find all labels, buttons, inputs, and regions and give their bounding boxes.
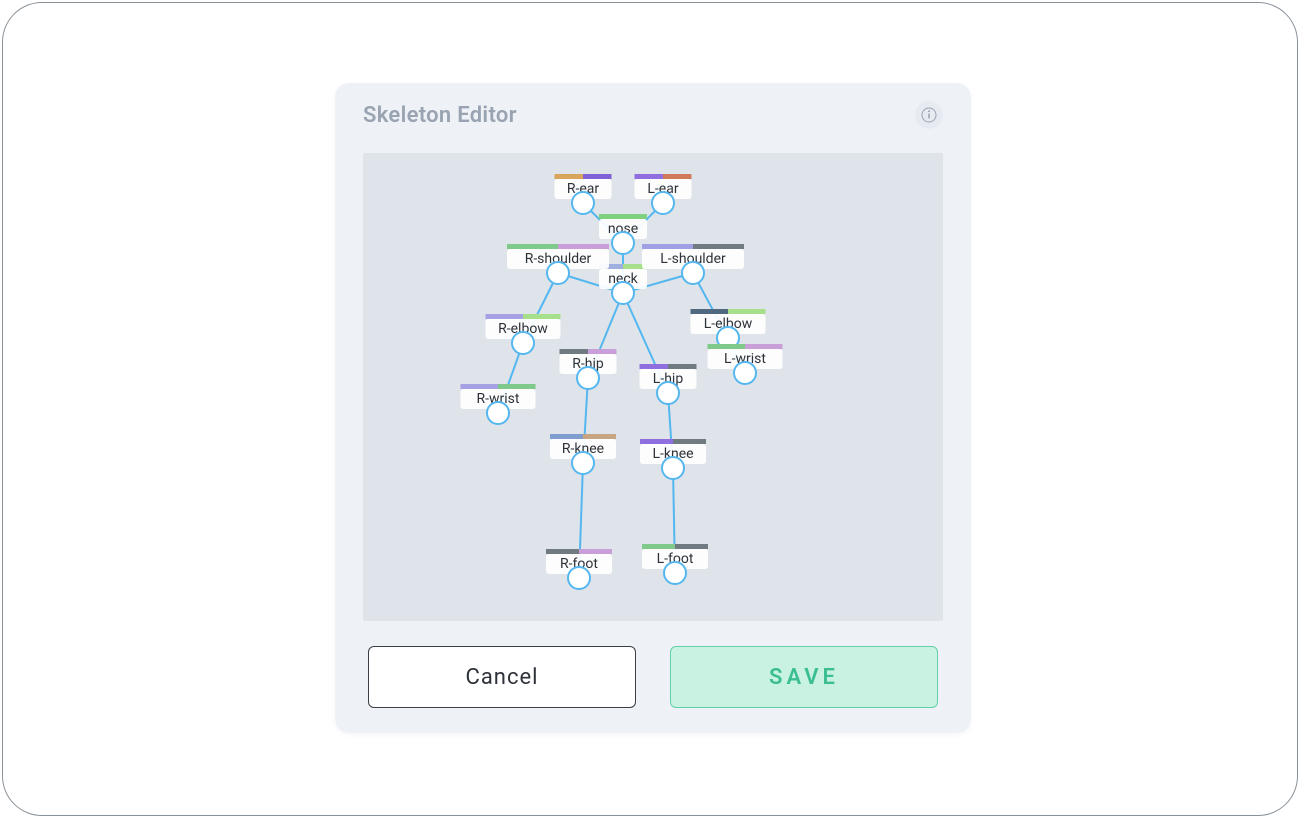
node-handle[interactable]	[682, 262, 704, 284]
node-swatch	[583, 174, 612, 179]
dialog-footer: Cancel SAVE	[335, 621, 971, 733]
node-swatch	[558, 244, 609, 249]
node-swatch	[599, 214, 647, 219]
skeleton-node-l-elbow[interactable]: L-elbow	[691, 309, 766, 349]
skeleton-node-r-knee[interactable]: R-knee	[550, 434, 616, 474]
skeleton-node-r-shoulder[interactable]: R-shoulder	[507, 244, 609, 284]
dialog-title: Skeleton Editor	[363, 103, 517, 128]
node-swatch	[588, 349, 617, 354]
node-swatch	[663, 174, 692, 179]
info-icon	[921, 107, 937, 123]
node-swatch	[728, 309, 766, 314]
node-handle[interactable]	[487, 402, 509, 424]
skeleton-node-l-knee[interactable]: L-knee	[640, 439, 706, 479]
node-handle[interactable]	[657, 382, 679, 404]
node-swatch	[583, 434, 616, 439]
node-handle[interactable]	[664, 562, 686, 584]
cancel-button[interactable]: Cancel	[368, 646, 636, 708]
node-handle[interactable]	[577, 367, 599, 389]
node-handle[interactable]	[612, 232, 634, 254]
skeleton-node-l-wrist[interactable]: L-wrist	[708, 344, 783, 384]
skeleton-node-r-ear[interactable]: R-ear	[555, 174, 612, 214]
node-swatch	[642, 544, 675, 549]
node-swatch	[523, 314, 561, 319]
app-frame: Skeleton Editor R-earL-earnoseneckR-shou…	[2, 2, 1298, 816]
info-button[interactable]	[915, 101, 943, 129]
skeleton-node-neck[interactable]: neck	[599, 264, 647, 304]
skeleton-node-r-wrist[interactable]: R-wrist	[461, 384, 536, 424]
node-swatch	[675, 544, 708, 549]
skeleton-node-r-elbow[interactable]: R-elbow	[486, 314, 561, 354]
dialog-header: Skeleton Editor	[335, 83, 971, 139]
skeleton-svg: R-earL-earnoseneckR-shoulderL-shoulderR-…	[363, 153, 943, 621]
node-swatch	[579, 549, 612, 554]
node-swatch	[560, 349, 589, 354]
node-swatch	[507, 244, 558, 249]
node-handle[interactable]	[547, 262, 569, 284]
node-swatch	[555, 174, 584, 179]
save-button[interactable]: SAVE	[670, 646, 938, 708]
skeleton-editor-dialog: Skeleton Editor R-earL-earnoseneckR-shou…	[335, 83, 971, 733]
node-handle[interactable]	[662, 457, 684, 479]
node-swatch	[635, 174, 664, 179]
skeleton-node-l-hip[interactable]: L-hip	[640, 364, 697, 404]
node-swatch	[546, 549, 579, 554]
skeleton-node-l-shoulder[interactable]: L-shoulder	[642, 244, 744, 284]
node-handle[interactable]	[572, 452, 594, 474]
node-swatch	[668, 364, 697, 369]
node-swatch	[640, 364, 669, 369]
node-swatch	[691, 309, 729, 314]
skeleton-node-r-foot[interactable]: R-foot	[546, 549, 612, 589]
node-handle[interactable]	[652, 192, 674, 214]
skeleton-node-l-foot[interactable]: L-foot	[642, 544, 708, 584]
node-swatch	[461, 384, 499, 389]
skeleton-node-r-hip[interactable]: R-hip	[560, 349, 617, 389]
node-swatch	[640, 439, 673, 444]
skeleton-node-l-ear[interactable]: L-ear	[635, 174, 692, 214]
node-handle[interactable]	[734, 362, 756, 384]
node-swatch	[693, 244, 744, 249]
skeleton-canvas[interactable]: R-earL-earnoseneckR-shoulderL-shoulderR-…	[363, 153, 943, 621]
node-swatch	[486, 314, 524, 319]
node-swatch	[745, 344, 783, 349]
node-swatch	[708, 344, 746, 349]
node-handle[interactable]	[572, 192, 594, 214]
node-handle[interactable]	[568, 567, 590, 589]
node-swatch	[550, 434, 583, 439]
node-swatch	[642, 244, 693, 249]
node-swatch	[673, 439, 706, 444]
node-handle[interactable]	[612, 282, 634, 304]
node-swatch	[498, 384, 536, 389]
node-handle[interactable]	[512, 332, 534, 354]
